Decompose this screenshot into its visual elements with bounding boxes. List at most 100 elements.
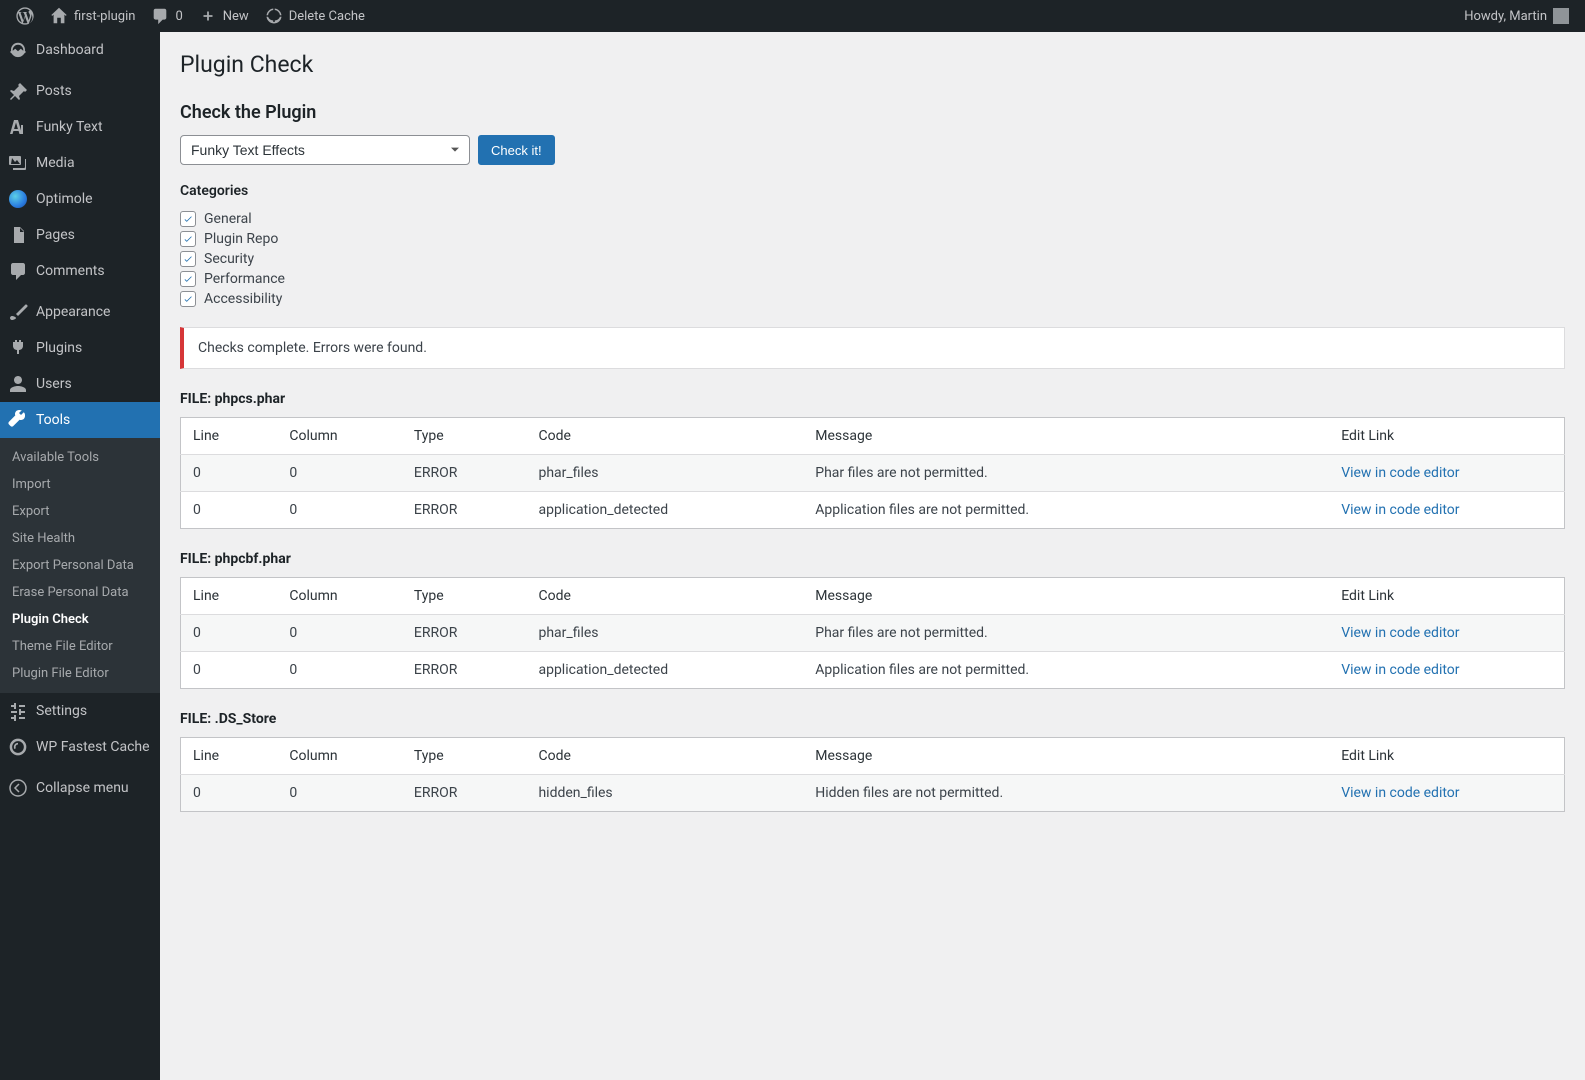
submenu-available-tools[interactable]: Available Tools [0, 444, 160, 471]
file-heading: FILE: .DS_Store [180, 711, 1565, 727]
pin-icon [8, 81, 28, 101]
collapse-menu[interactable]: Collapse menu [0, 770, 160, 806]
table-header: Edit Link [1329, 578, 1564, 615]
sidebar-item-label: Appearance [36, 304, 110, 321]
page-icon [8, 225, 28, 245]
checkbox[interactable] [180, 271, 196, 287]
checkbox[interactable] [180, 231, 196, 247]
sidebar-item-label: Posts [36, 83, 72, 100]
sidebar-item-settings[interactable]: Settings [0, 693, 160, 729]
check-it-button[interactable]: Check it! [478, 135, 555, 165]
comments-link[interactable]: 0 [143, 0, 190, 32]
table-cell: 0 [277, 652, 402, 689]
brush-icon [8, 302, 28, 322]
table-row: 00ERRORphar_filesPhar files are not perm… [181, 455, 1565, 492]
table-header: Line [181, 418, 278, 455]
table-cell: Application files are not permitted. [803, 492, 1329, 529]
table-header: Line [181, 578, 278, 615]
comment-icon [151, 7, 169, 25]
sidebar-item-appearance[interactable]: Appearance [0, 294, 160, 330]
sidebar-item-comments[interactable]: Comments [0, 253, 160, 289]
wordpress-icon [16, 7, 34, 25]
submenu-import[interactable]: Import [0, 471, 160, 498]
sidebar-item-label: Funky Text [36, 119, 103, 136]
sidebar-item-label: Comments [36, 263, 105, 280]
submenu-export[interactable]: Export [0, 498, 160, 525]
section-title: Check the Plugin [180, 102, 1565, 123]
table-header: Message [803, 578, 1329, 615]
user-icon [8, 374, 28, 394]
plugin-select[interactable]: Funky Text Effects [180, 135, 470, 165]
table-cell: 0 [277, 455, 402, 492]
wp-logo[interactable] [8, 0, 42, 32]
view-in-code-editor-link[interactable]: View in code editor [1341, 625, 1459, 641]
delete-cache-link[interactable]: Delete Cache [257, 0, 373, 32]
tools-submenu: Available Tools Import Export Site Healt… [0, 438, 160, 693]
table-header: Type [402, 418, 527, 455]
main-content: Plugin Check Check the Plugin Funky Text… [160, 32, 1585, 852]
sidebar-item-label: Optimole [36, 191, 93, 208]
view-in-code-editor-link[interactable]: View in code editor [1341, 662, 1459, 678]
table-cell: 0 [181, 775, 278, 812]
sidebar-item-label: Tools [36, 412, 70, 429]
results-table: LineColumnTypeCodeMessageEdit Link00ERRO… [180, 737, 1565, 812]
category-item: Plugin Repo [180, 229, 1565, 249]
table-cell: View in code editor [1329, 652, 1564, 689]
comments-count: 0 [175, 9, 182, 24]
sidebar-item-media[interactable]: Media [0, 145, 160, 181]
table-header: Type [402, 738, 527, 775]
table-header: Column [277, 738, 402, 775]
sidebar-item-label: Plugins [36, 340, 82, 357]
checkbox[interactable] [180, 291, 196, 307]
table-cell: 0 [181, 615, 278, 652]
sidebar-item-label: Settings [36, 703, 87, 720]
howdy-link[interactable]: Howdy, Martin [1456, 0, 1577, 32]
file-heading: FILE: phpcbf.phar [180, 551, 1565, 567]
table-cell: 0 [277, 615, 402, 652]
home-icon [50, 7, 68, 25]
category-label: Accessibility [204, 291, 282, 307]
submenu-plugin-file-editor[interactable]: Plugin File Editor [0, 660, 160, 687]
sidebar-item-wp-fastest-cache[interactable]: WP Fastest Cache [0, 729, 160, 765]
categories-heading: Categories [180, 183, 1565, 199]
checkbox[interactable] [180, 251, 196, 267]
view-in-code-editor-link[interactable]: View in code editor [1341, 465, 1459, 481]
sidebar-item-posts[interactable]: Posts [0, 73, 160, 109]
table-cell: 0 [277, 775, 402, 812]
submenu-theme-file-editor[interactable]: Theme File Editor [0, 633, 160, 660]
sidebar-item-tools[interactable]: Tools [0, 402, 160, 438]
table-header: Message [803, 738, 1329, 775]
submenu-site-health[interactable]: Site Health [0, 525, 160, 552]
sidebar-item-plugins[interactable]: Plugins [0, 330, 160, 366]
table-cell: hidden_files [526, 775, 803, 812]
plug-icon [8, 338, 28, 358]
table-cell: ERROR [402, 455, 527, 492]
checkbox[interactable] [180, 211, 196, 227]
sidebar-item-users[interactable]: Users [0, 366, 160, 402]
howdy-text: Howdy, Martin [1464, 9, 1547, 24]
table-cell: ERROR [402, 492, 527, 529]
comments-icon [8, 261, 28, 281]
submenu-plugin-check[interactable]: Plugin Check [0, 606, 160, 633]
table-cell: ERROR [402, 615, 527, 652]
category-label: Performance [204, 271, 285, 287]
sidebar-item-label: Users [36, 376, 72, 393]
view-in-code-editor-link[interactable]: View in code editor [1341, 785, 1459, 801]
table-cell: phar_files [526, 615, 803, 652]
table-cell: 0 [181, 652, 278, 689]
view-in-code-editor-link[interactable]: View in code editor [1341, 502, 1459, 518]
sidebar-item-optimole[interactable]: Optimole [0, 181, 160, 217]
table-header: Code [526, 578, 803, 615]
category-label: Security [204, 251, 254, 267]
site-name-link[interactable]: first-plugin [42, 0, 143, 32]
sidebar-item-pages[interactable]: Pages [0, 217, 160, 253]
submenu-export-personal-data[interactable]: Export Personal Data [0, 552, 160, 579]
collapse-label: Collapse menu [36, 780, 129, 797]
new-content-link[interactable]: New [191, 0, 257, 32]
category-item: General [180, 209, 1565, 229]
sidebar-item-label: Dashboard [36, 42, 104, 59]
media-icon [8, 153, 28, 173]
sidebar-item-funky-text[interactable]: Funky Text [0, 109, 160, 145]
sidebar-item-dashboard[interactable]: Dashboard [0, 32, 160, 68]
submenu-erase-personal-data[interactable]: Erase Personal Data [0, 579, 160, 606]
